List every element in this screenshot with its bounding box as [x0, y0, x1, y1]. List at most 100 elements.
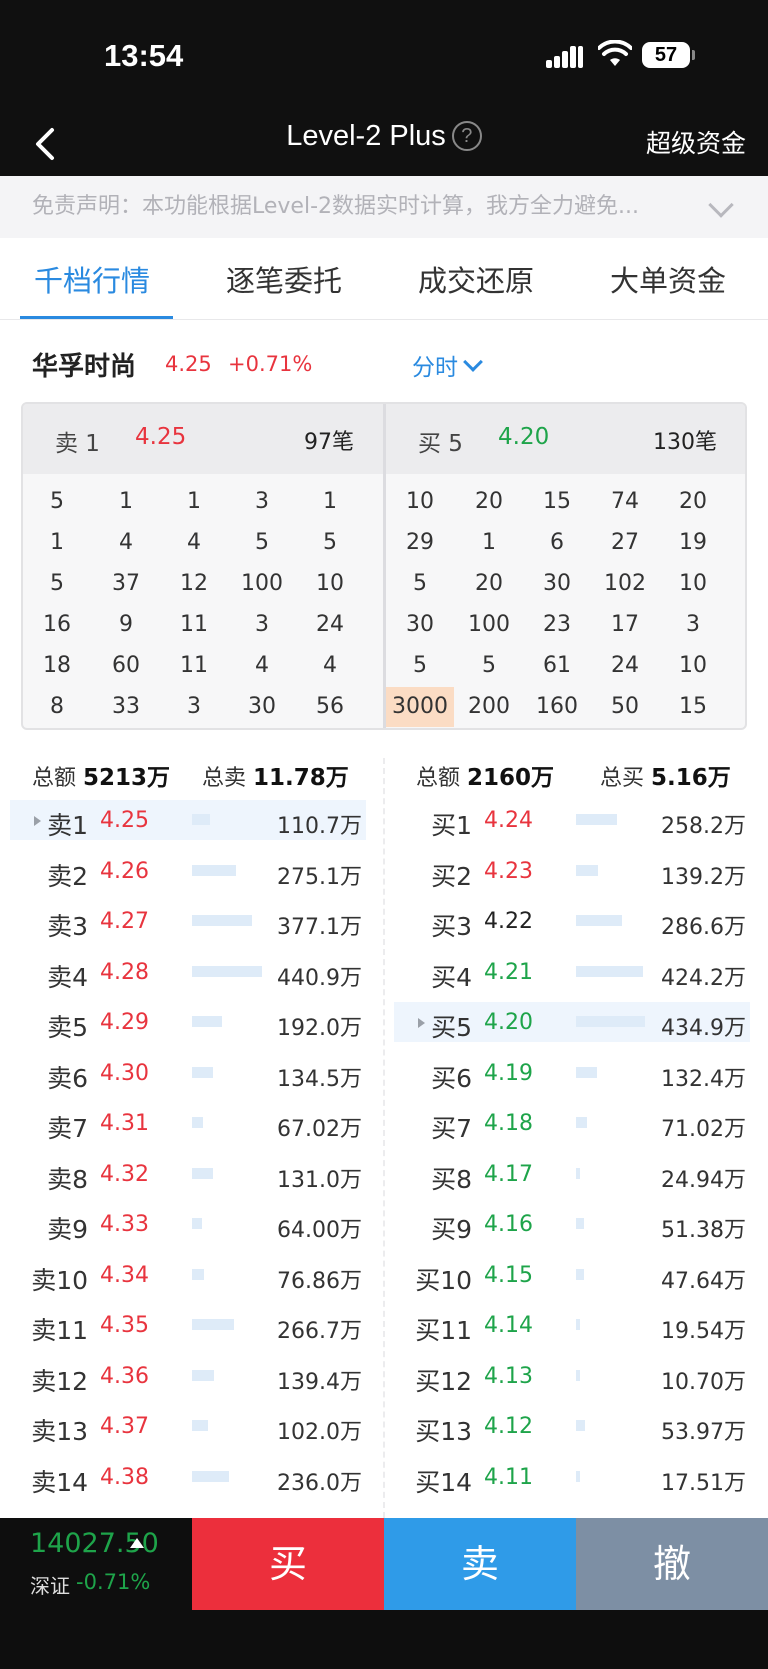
super-fund-link[interactable]: 超级资金 — [646, 124, 746, 160]
sell-queue-price: 4.25 — [135, 424, 187, 450]
queue-order-cell: 24 — [611, 653, 639, 678]
stock-header: 华孚时尚 4.25 +0.71% 分时 — [0, 340, 768, 390]
queue-order-cell: 5 — [50, 489, 64, 514]
order-level-price: 4.20 — [484, 1010, 533, 1035]
order-book-row[interactable]: 卖3 4.27 377.1万 — [10, 901, 366, 941]
order-level-price: 4.17 — [484, 1161, 533, 1187]
order-book-row[interactable]: 卖6 4.30 134.5万 — [10, 1053, 366, 1093]
order-book-row[interactable]: 买10 4.15 47.64万 — [394, 1255, 750, 1295]
queue-order-cell: 10 — [316, 571, 344, 596]
order-level-volume: 24.94万 — [661, 1167, 746, 1193]
help-icon[interactable]: ? — [451, 121, 482, 151]
volume-bar — [576, 915, 622, 926]
order-book-row[interactable]: 买4 4.21 424.2万 — [394, 952, 750, 992]
volume-bar — [192, 1470, 229, 1482]
order-queue-panel: 卖 1 4.25 97笔 5 1 1 3 1 1 4 4 5 5 5 37 12 100 10 16 9 11 3 2… — [21, 402, 747, 730]
order-book-row[interactable]: 卖12 4.36 139.4万 — [10, 1356, 366, 1396]
order-book-row[interactable]: 卖11 4.35 266.7万 — [10, 1305, 366, 1345]
buy-queue[interactable]: 买 5 4.20 130笔 10 20 15 74 20 29 1 6 27 19 5 20 30 102… — [386, 404, 745, 728]
queue-order-cell: 29 — [406, 530, 434, 555]
order-level-volume: 424.2万 — [661, 965, 746, 991]
sell-button[interactable]: 卖 — [384, 1518, 576, 1610]
order-book-row[interactable]: 买5 4.20 434.9万 — [394, 1002, 750, 1042]
cancel-order-button[interactable]: 撤 — [576, 1518, 768, 1610]
order-book-row[interactable]: 买8 4.17 24.94万 — [394, 1154, 750, 1194]
order-level-price: 4.19 — [484, 1060, 533, 1086]
tab-trade-restore[interactable]: 成交还原 — [418, 258, 534, 300]
order-book-row[interactable]: 买2 4.23 139.2万 — [394, 851, 750, 891]
queue-order-cell: 5 — [413, 653, 427, 678]
order-level-volume: 53.97万 — [661, 1420, 746, 1445]
order-book-row[interactable]: 买11 4.14 19.54万 — [394, 1305, 750, 1345]
order-book-row[interactable]: 买13 4.12 53.97万 — [394, 1406, 750, 1446]
order-level-label: 卖11 — [31, 1316, 88, 1345]
queue-order-cell: 10 — [679, 653, 707, 678]
status-time: 13:54 — [104, 38, 184, 73]
order-book-row[interactable]: 卖13 4.37 102.0万 — [10, 1406, 366, 1446]
stock-change: +0.71% — [228, 352, 313, 376]
order-level-price: 4.32 — [100, 1161, 149, 1187]
order-level-volume: 67.02万 — [277, 1117, 362, 1142]
order-book-row[interactable]: 买3 4.22 286.6万 — [394, 901, 750, 941]
buy-qty-value: 5.16万 — [651, 765, 731, 791]
volume-bar — [192, 1016, 222, 1027]
queue-order-cell: 4 — [187, 530, 201, 555]
queue-order-cell: 1 — [482, 530, 496, 555]
buy-queue-count: 130笔 — [653, 430, 717, 455]
order-level-label: 买10 — [415, 1265, 472, 1295]
order-book-row[interactable]: 卖10 4.34 76.86万 — [10, 1255, 366, 1295]
buy-button[interactable]: 买 — [192, 1518, 384, 1610]
sell-queue[interactable]: 卖 1 4.25 97笔 5 1 1 3 1 1 4 4 5 5 5 37 12 100 10 16 9 11 3 2… — [23, 404, 384, 728]
order-book-row[interactable]: 卖4 4.28 440.9万 — [10, 952, 366, 992]
period-selector[interactable]: 分时 — [412, 348, 483, 382]
order-level-volume: 64.00万 — [277, 1218, 362, 1243]
queue-order-cell: 100 — [468, 612, 510, 637]
disclaimer-banner[interactable]: 免责声明：本功能根据Level-2数据实时计算，我方全力避免... — [0, 176, 768, 238]
disclaimer-text: 免责声明：本功能根据Level-2数据实时计算，我方全力避免... — [32, 194, 639, 219]
order-level-price: 4.31 — [100, 1111, 149, 1136]
queue-order-cell: 27 — [611, 530, 639, 555]
order-level-volume: 139.4万 — [277, 1369, 362, 1395]
order-level-volume: 377.1万 — [277, 915, 362, 940]
queue-order-cell: 56 — [316, 694, 344, 719]
order-level-price: 4.29 — [100, 1010, 149, 1035]
order-book-row[interactable]: 卖8 4.32 131.0万 — [10, 1154, 366, 1194]
order-level-volume: 440.9万 — [277, 965, 362, 991]
queue-order-cell: 3 — [255, 612, 269, 637]
order-book-row[interactable]: 买7 4.18 71.02万 — [394, 1103, 750, 1143]
order-book-row[interactable]: 买6 4.19 132.4万 — [394, 1053, 750, 1093]
book-divider — [383, 758, 385, 1518]
order-level-price: 4.18 — [484, 1111, 533, 1136]
order-level-volume: 10.70万 — [661, 1369, 746, 1395]
queue-order-cell: 19 — [679, 530, 707, 555]
order-level-label: 卖6 — [47, 1063, 88, 1093]
order-book-row[interactable]: 买14 4.11 17.51万 — [394, 1457, 750, 1497]
nav-bar: Level-2 Plus? 超级资金 — [0, 112, 768, 176]
index-ticker[interactable]: 14027.50 深证 -0.71% — [0, 1518, 192, 1610]
queue-order-cell: 15 — [543, 489, 571, 514]
order-book-row[interactable]: 卖14 4.38 236.0万 — [10, 1457, 366, 1497]
order-book-row[interactable]: 卖5 4.29 192.0万 — [10, 1002, 366, 1042]
tab-thousand-level[interactable]: 千档行情 — [34, 258, 150, 300]
order-level-volume: 258.2万 — [661, 814, 746, 839]
order-book-row[interactable]: 买1 4.24 258.2万 — [394, 800, 750, 840]
order-level-volume: 19.54万 — [661, 1319, 746, 1344]
order-book-row[interactable]: 买9 4.16 51.38万 — [394, 1204, 750, 1244]
order-book-row[interactable]: 卖2 4.26 275.1万 — [10, 851, 366, 891]
tab-big-order-fund[interactable]: 大单资金 — [610, 258, 726, 300]
volume-bar — [576, 1066, 597, 1078]
order-book-row[interactable]: 卖1 4.25 110.7万 — [10, 800, 366, 840]
chevron-down-icon[interactable] — [708, 192, 734, 218]
volume-bar — [576, 965, 643, 977]
queue-order-cell: 60 — [112, 653, 140, 678]
tab-order-by-order[interactable]: 逐笔委托 — [226, 258, 342, 300]
order-book-row[interactable]: 卖9 4.33 64.00万 — [10, 1204, 366, 1244]
queue-order-cell: 200 — [468, 694, 510, 719]
order-level-volume: 236.0万 — [277, 1470, 362, 1496]
order-book-row[interactable]: 买12 4.13 10.70万 — [394, 1356, 750, 1396]
order-level-label: 卖4 — [47, 962, 88, 992]
queue-order-cell: 6 — [550, 530, 564, 555]
volume-bar — [192, 1319, 234, 1330]
order-level-label: 买1 — [431, 811, 472, 840]
order-book-row[interactable]: 卖7 4.31 67.02万 — [10, 1103, 366, 1143]
